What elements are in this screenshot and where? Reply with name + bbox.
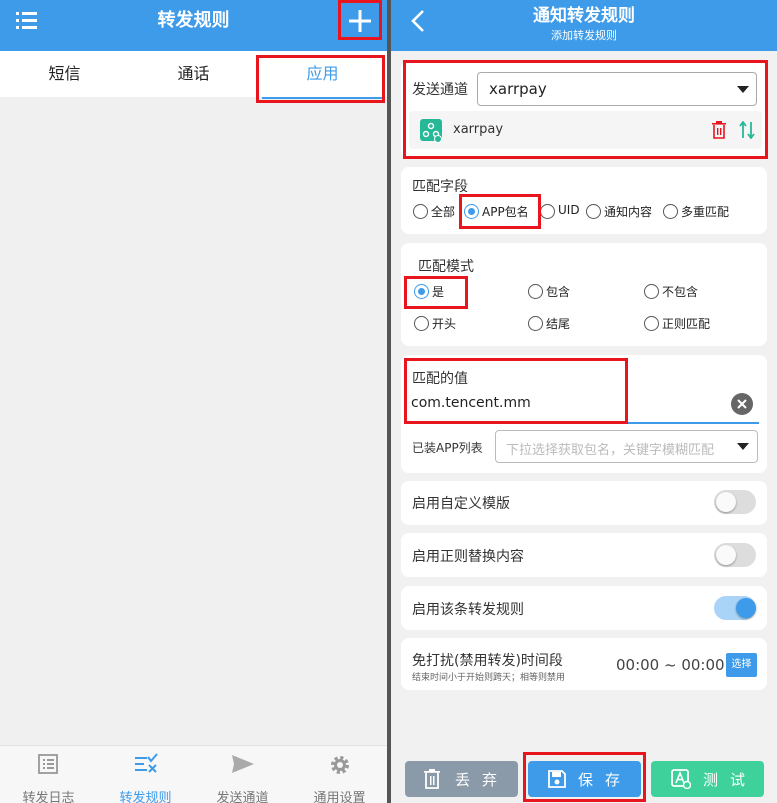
nav-item-settings[interactable]: 通用设置	[291, 746, 388, 803]
radio-mode-contains[interactable]	[528, 284, 543, 299]
page-title: 通知转发规则	[533, 6, 635, 26]
match-field-label: 匹配字段	[412, 179, 468, 195]
menu-icon[interactable]	[14, 10, 40, 32]
radio-match-all[interactable]	[413, 204, 428, 219]
radio-label: 不包含	[662, 285, 699, 299]
toggle-label: 启用该条转发规则	[412, 602, 524, 618]
page-title: 转发规则	[157, 10, 230, 31]
discard-button[interactable]: 丢弃	[405, 761, 518, 797]
left-panel	[0, 0, 387, 803]
highlight-box-value	[404, 358, 628, 424]
tab-call[interactable]: 通话	[129, 51, 258, 97]
clear-icon[interactable]	[731, 393, 753, 415]
test-label: 测试	[703, 771, 758, 789]
highlight-box-save	[523, 752, 646, 802]
installed-apps-label: 已装APP列表	[412, 441, 483, 455]
radio-label: 开头	[432, 317, 457, 331]
chevron-down-icon	[737, 443, 749, 450]
toggle-custom-template[interactable]	[714, 490, 756, 514]
nav-label: 通用设置	[313, 791, 366, 803]
list-icon	[38, 754, 58, 774]
nav-label: 发送通道	[216, 791, 269, 803]
radio-mode-not-contains[interactable]	[644, 284, 659, 299]
installed-apps-select[interactable]: 下拉选择获取包名，关键字模糊匹配	[495, 430, 758, 463]
trash-icon	[424, 769, 440, 789]
radio-label: 全部	[431, 205, 456, 219]
discard-label: 丢弃	[455, 771, 510, 789]
rules-icon	[135, 753, 158, 773]
highlight-box-tab-app	[256, 55, 385, 103]
highlight-box-mode	[404, 276, 468, 309]
radio-mode-starts[interactable]	[414, 316, 429, 331]
match-mode-label: 匹配模式	[418, 259, 474, 275]
radio-label: 正则匹配	[662, 317, 711, 331]
send-icon	[232, 755, 254, 773]
toggle-label: 启用自定义模版	[412, 496, 510, 512]
plus-icon	[349, 10, 371, 32]
radio-label: 多重匹配	[681, 205, 730, 219]
nav-item-forward-log[interactable]: 转发日志	[0, 746, 97, 803]
test-icon	[671, 769, 691, 789]
radio-label: 结尾	[546, 317, 571, 331]
radio-match-multi[interactable]	[663, 204, 678, 219]
toggle-regex-replace[interactable]	[714, 543, 756, 567]
radio-match-content[interactable]	[586, 204, 601, 219]
dnd-select-button[interactable]: 选择	[726, 653, 757, 677]
toggle-enable-rule[interactable]	[714, 596, 756, 620]
nav-item-send-channel[interactable]: 发送通道	[194, 746, 291, 803]
page-subtitle: 添加转发规则	[551, 29, 617, 42]
highlight-box-package	[459, 194, 541, 229]
bottom-nav: 转发日志 转发规则 发送通道 通用设置	[0, 745, 387, 803]
radio-label: 通知内容	[604, 205, 653, 219]
nav-label: 转发日志	[22, 791, 75, 803]
radio-label: UID	[558, 203, 580, 217]
gear-icon	[331, 756, 349, 774]
toggle-label: 启用正则替换内容	[412, 549, 524, 565]
dnd-hint: 结束时间小于开始则跨天；相等则禁用	[412, 673, 566, 683]
nav-item-forward-rules[interactable]: 转发规则	[97, 746, 194, 803]
radio-label: 包含	[546, 285, 571, 299]
test-button[interactable]: 测试	[651, 761, 764, 797]
installed-apps-placeholder: 下拉选择获取包名，关键字模糊匹配	[506, 443, 715, 458]
nav-label: 转发规则	[119, 791, 172, 803]
highlight-box-channel	[403, 60, 768, 159]
dnd-label: 免打扰(禁用转发)时间段	[412, 653, 563, 669]
radio-mode-regex[interactable]	[644, 316, 659, 331]
dnd-time: 00:00 ~ 00:00	[616, 656, 725, 674]
radio-mode-ends[interactable]	[528, 316, 543, 331]
add-rule-button[interactable]	[338, 0, 382, 40]
tab-sms[interactable]: 短信	[0, 51, 129, 97]
radio-match-uid[interactable]	[540, 204, 555, 219]
